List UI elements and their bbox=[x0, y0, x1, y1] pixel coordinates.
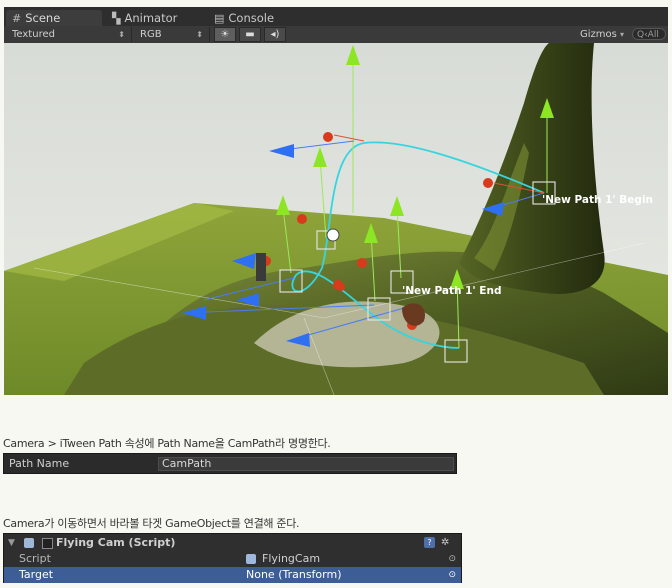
tab-animator[interactable]: ▚ Animator bbox=[106, 10, 202, 26]
component-title: Flying Cam (Script) bbox=[56, 536, 176, 549]
path-begin-label: 'New Path 1' Begin bbox=[542, 194, 653, 206]
chevron-updown-icon: ⬍ bbox=[118, 30, 125, 39]
scene-background bbox=[4, 43, 668, 395]
path-end-label: 'New Path 1' End bbox=[402, 285, 501, 297]
flying-cam-inspector: ▼ Flying Cam (Script) ? ✲ Script FlyingC… bbox=[3, 533, 462, 583]
script-icon bbox=[24, 538, 34, 548]
path-name-label: Path Name bbox=[9, 457, 70, 470]
gizmos-dropdown[interactable]: Gizmos ▾ bbox=[576, 27, 626, 42]
speaker-icon: ◂) bbox=[270, 29, 280, 40]
image-effects-toggle-button[interactable]: ▬ bbox=[239, 27, 261, 42]
script-file-icon bbox=[246, 554, 256, 564]
enabled-checkbox[interactable] bbox=[42, 538, 53, 549]
target-row[interactable]: Target None (Transform) ⊙ bbox=[4, 567, 461, 583]
chevron-down-icon: ▾ bbox=[620, 30, 625, 39]
script-field-label: Script bbox=[19, 552, 51, 565]
lighting-toggle-button[interactable]: ☀ bbox=[214, 27, 236, 42]
caption-target: Camera가 이동하면서 바라볼 타겟 GameObject를 연결해 준다. bbox=[3, 517, 300, 530]
target-field-value[interactable]: None (Transform) bbox=[246, 567, 342, 583]
path-name-input[interactable]: CamPath bbox=[158, 457, 454, 471]
scene-search-input[interactable]: Q‹All bbox=[632, 28, 666, 40]
animator-icon: ▚ bbox=[112, 12, 121, 25]
console-icon: ▤ bbox=[214, 12, 225, 25]
scene-grid-icon: # bbox=[12, 12, 22, 25]
component-header[interactable]: ▼ Flying Cam (Script) ? ✲ bbox=[4, 535, 461, 551]
path-name-row: Path Name CamPath bbox=[3, 453, 457, 474]
script-row: Script FlyingCam ⊙ bbox=[4, 551, 461, 567]
gear-icon[interactable]: ✲ bbox=[441, 535, 449, 551]
script-field-value[interactable]: FlyingCam bbox=[262, 551, 320, 567]
foldout-arrow-icon[interactable]: ▼ bbox=[8, 535, 15, 551]
caption-path-name: Camera > iTween Path 속성에 Path Name을 CamP… bbox=[3, 437, 331, 450]
object-picker-icon[interactable]: ⊙ bbox=[448, 567, 456, 583]
tab-scene[interactable]: # Scene bbox=[6, 10, 102, 26]
scene-viewport[interactable]: 'New Path 1' Begin 'New Path 1' End bbox=[4, 43, 668, 395]
audio-toggle-button[interactable]: ◂) bbox=[264, 27, 286, 42]
render-mode-dropdown[interactable]: Textured ⬍ bbox=[4, 27, 132, 42]
object-picker-icon[interactable]: ⊙ bbox=[448, 551, 456, 567]
color-mode-dropdown[interactable]: RGB ⬍ bbox=[132, 27, 210, 42]
sun-icon: ☀ bbox=[220, 29, 230, 40]
scene-canvas[interactable]: 'New Path 1' Begin 'New Path 1' End bbox=[4, 43, 668, 395]
help-icon[interactable]: ? bbox=[424, 537, 435, 548]
editor-tab-bar: # Scene ▚ Animator ▤ Console bbox=[4, 7, 668, 26]
tab-console[interactable]: ▤ Console bbox=[208, 10, 304, 26]
scene-toolbar: Textured ⬍ RGB ⬍ ☀ ▬ ◂) Gizmos ▾ Q‹All bbox=[4, 26, 668, 44]
image-icon: ▬ bbox=[245, 29, 255, 40]
target-field-label: Target bbox=[19, 568, 54, 581]
chevron-updown-icon: ⬍ bbox=[196, 30, 203, 39]
